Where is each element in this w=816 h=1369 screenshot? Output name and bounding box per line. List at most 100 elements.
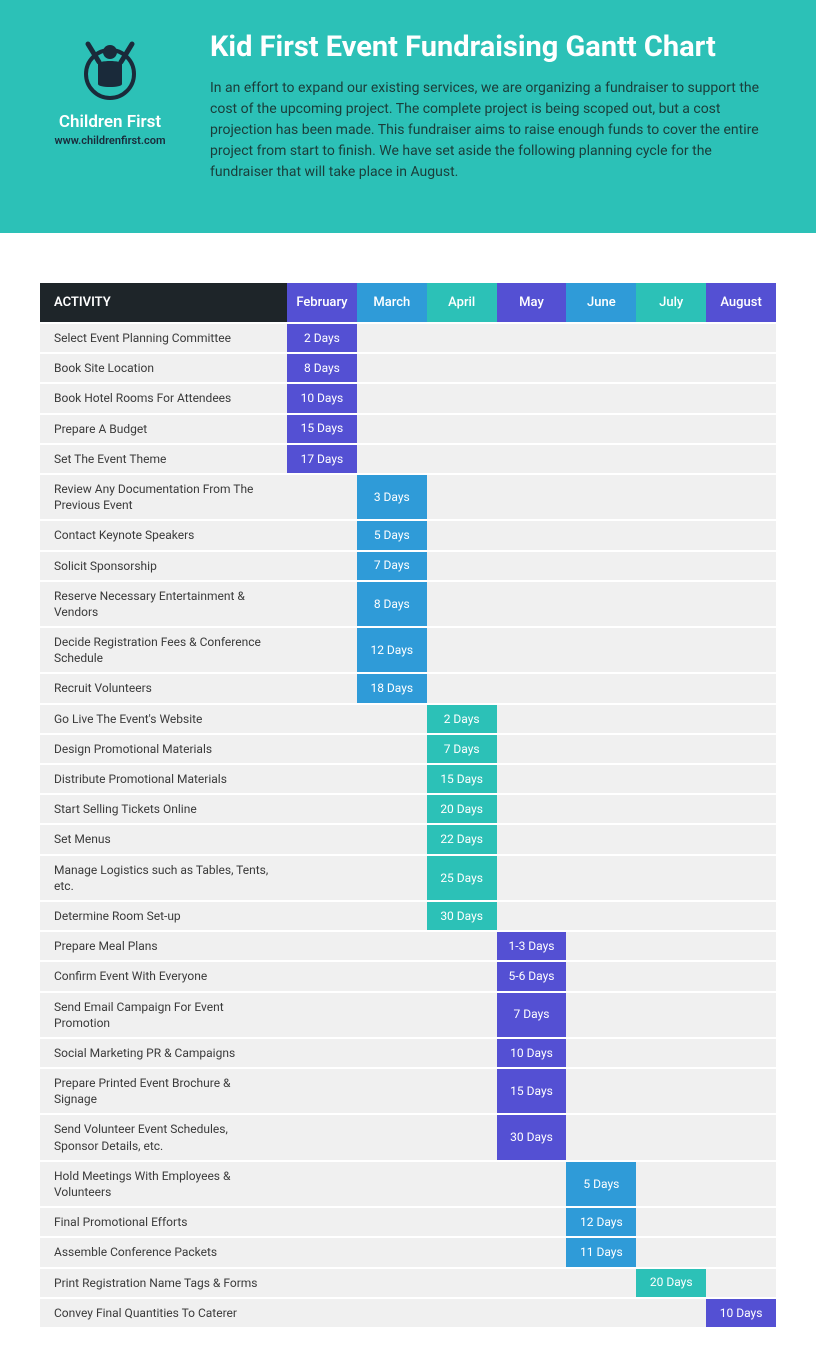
activity-cell: Select Event Planning Committee	[40, 324, 287, 352]
month-slot	[706, 795, 776, 823]
month-slot	[636, 674, 706, 702]
month-slot	[427, 1238, 497, 1266]
month-slot: 7 Days	[497, 993, 567, 1037]
month-slot	[636, 1238, 706, 1266]
gantt-row: Set Menus22 Days	[40, 825, 776, 853]
month-slot	[636, 932, 706, 960]
month-slot	[497, 324, 567, 352]
activity-cell: Start Selling Tickets Online	[40, 795, 287, 823]
gantt-row: Book Hotel Rooms For Attendees10 Days	[40, 384, 776, 412]
month-slot	[566, 324, 636, 352]
month-slot	[636, 445, 706, 473]
month-slot	[287, 1162, 357, 1206]
month-header: April	[427, 283, 497, 322]
month-slot	[357, 1162, 427, 1206]
month-slot	[357, 962, 427, 990]
month-slot	[566, 628, 636, 672]
month-slot	[636, 628, 706, 672]
month-slot	[566, 1069, 636, 1113]
month-slot	[566, 825, 636, 853]
month-slot	[287, 552, 357, 580]
bars-area: 7 Days	[287, 552, 776, 580]
month-slot	[287, 856, 357, 900]
activity-cell: Social Marketing PR & Campaigns	[40, 1039, 287, 1067]
activity-cell: Book Site Location	[40, 354, 287, 382]
activity-cell: Assemble Conference Packets	[40, 1238, 287, 1266]
month-slot: 2 Days	[287, 324, 357, 352]
month-slot	[636, 705, 706, 733]
month-slot	[427, 1269, 497, 1297]
month-slot	[636, 962, 706, 990]
month-slot	[566, 384, 636, 412]
month-slot	[706, 735, 776, 763]
month-slot: 25 Days	[427, 856, 497, 900]
month-slot	[636, 415, 706, 443]
month-slot	[357, 932, 427, 960]
bars-area: 8 Days	[287, 354, 776, 382]
activity-cell: Go Live The Event's Website	[40, 705, 287, 733]
month-slot: 7 Days	[357, 552, 427, 580]
month-slot	[566, 582, 636, 626]
month-slot	[706, 674, 776, 702]
chart-rows: Select Event Planning Committee2 DaysBoo…	[40, 324, 776, 1327]
gantt-row: Solicit Sponsorship7 Days	[40, 552, 776, 580]
gantt-bar: 5 Days	[566, 1162, 636, 1206]
month-slot	[287, 765, 357, 793]
gantt-bar: 11 Days	[566, 1238, 636, 1266]
gantt-row: Recruit Volunteers18 Days	[40, 674, 776, 702]
month-slot	[497, 1238, 567, 1266]
month-slot	[636, 354, 706, 382]
month-slot	[706, 1238, 776, 1266]
gantt-row: Hold Meetings With Employees & Volunteer…	[40, 1162, 776, 1206]
month-slot	[636, 856, 706, 900]
gantt-bar: 7 Days	[427, 735, 497, 763]
month-slot	[427, 962, 497, 990]
month-slot: 15 Days	[287, 415, 357, 443]
month-slot	[566, 354, 636, 382]
month-slot	[287, 628, 357, 672]
gantt-chart: ACTIVITY FebruaryMarchAprilMayJuneJulyAu…	[0, 233, 816, 1369]
month-slot: 17 Days	[287, 445, 357, 473]
month-slot	[497, 765, 567, 793]
activity-cell: Prepare A Budget	[40, 415, 287, 443]
month-slot	[497, 384, 567, 412]
activity-cell: Decide Registration Fees & Conference Sc…	[40, 628, 287, 672]
month-slot	[706, 582, 776, 626]
gantt-bar: 25 Days	[427, 856, 497, 900]
gantt-bar: 17 Days	[287, 445, 357, 473]
month-slot	[636, 795, 706, 823]
bars-area: 8 Days	[287, 582, 776, 626]
activity-cell: Manage Logistics such as Tables, Tents, …	[40, 856, 287, 900]
month-slot	[357, 324, 427, 352]
month-slot	[497, 415, 567, 443]
month-slot	[287, 1299, 357, 1327]
month-slot	[636, 324, 706, 352]
month-slot	[566, 705, 636, 733]
month-slot	[287, 1269, 357, 1297]
month-slot: 10 Days	[706, 1299, 776, 1327]
month-slot	[287, 962, 357, 990]
activity-cell: Determine Room Set-up	[40, 902, 287, 930]
logo-block: Children First www.childrenfirst.com	[40, 30, 180, 147]
month-slot	[357, 415, 427, 443]
gantt-bar: 8 Days	[357, 582, 427, 626]
month-slot	[566, 674, 636, 702]
bars-area: 22 Days	[287, 825, 776, 853]
month-slot	[706, 902, 776, 930]
gantt-bar: 12 Days	[566, 1208, 636, 1236]
month-slot	[706, 552, 776, 580]
month-slot: 8 Days	[357, 582, 427, 626]
month-slot: 5 Days	[357, 521, 427, 549]
activity-cell: Set Menus	[40, 825, 287, 853]
bars-area: 5-6 Days	[287, 962, 776, 990]
gantt-row: Distribute Promotional Materials15 Days	[40, 765, 776, 793]
month-slot	[427, 1208, 497, 1236]
month-slot	[706, 521, 776, 549]
gantt-bar: 5-6 Days	[497, 962, 567, 990]
gantt-row: Print Registration Name Tags & Forms20 D…	[40, 1269, 776, 1297]
month-slot: 12 Days	[357, 628, 427, 672]
month-slot	[427, 628, 497, 672]
month-slot: 10 Days	[287, 384, 357, 412]
month-slot	[636, 1115, 706, 1159]
month-header: August	[706, 283, 776, 322]
